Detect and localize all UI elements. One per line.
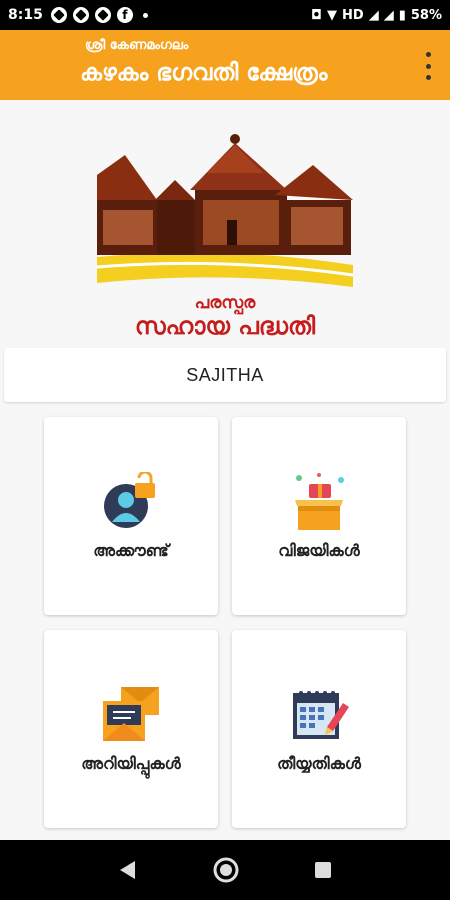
overflow-menu-button[interactable] <box>420 52 436 80</box>
battery-icon: ▮ <box>398 7 406 23</box>
battery-level: 58% <box>410 7 442 23</box>
calendar-icon <box>293 691 349 739</box>
notices-card[interactable]: അറിയിപ്പുകൾ <box>44 630 218 828</box>
app-title: കഴകം ഭഗവതി ക്ഷേത്രം <box>80 60 328 86</box>
app-bar: ശ്രീ കേണമംഗലം കഴകം ഭഗവതി ക്ഷേത്രം <box>0 30 450 100</box>
dates-card[interactable]: തീയ്യതികൾ <box>232 630 406 828</box>
notification-icons: f <box>50 7 148 23</box>
status-time: 8:15 <box>8 7 43 23</box>
account-card[interactable]: അക്കൗണ്ട് <box>44 417 218 615</box>
notification-icon <box>72 7 89 23</box>
recents-icon[interactable] <box>313 860 333 880</box>
logo-caption-bottom: സഹായ പദ്ധതി <box>134 312 316 340</box>
system-status: ◘ ▼ HD ◢ ◢ ▮ 58% <box>311 8 442 23</box>
status-bar: 8:15 f ◘ ▼ HD ◢ ◢ ▮ 58% <box>0 0 450 30</box>
menu-dot-icon <box>425 52 431 57</box>
notification-icon <box>50 7 67 23</box>
back-icon[interactable] <box>117 859 139 881</box>
menu-dot-icon <box>425 75 431 80</box>
signal-icon: ◢ <box>383 7 394 23</box>
notices-label: അറിയിപ്പുകൾ <box>81 754 181 773</box>
gift-box-icon <box>295 473 344 530</box>
home-icon[interactable] <box>213 857 239 883</box>
winners-card[interactable]: വിജയികൾ <box>232 417 406 615</box>
winners-label: വിജയികൾ <box>278 541 360 560</box>
vibrate-icon: ◘ <box>311 7 323 23</box>
user-name-banner: SAJITHA <box>4 348 446 402</box>
navigation-bar <box>0 840 450 900</box>
account-label: അക്കൗണ്ട് <box>93 541 169 560</box>
notification-icon <box>94 7 111 23</box>
wifi-icon: ▼ <box>327 7 338 23</box>
app-subtitle: ശ്രീ കേണമംഗലം <box>85 38 189 53</box>
more-notifications-dot <box>142 12 148 18</box>
envelope-icon <box>103 687 159 741</box>
logo-caption-top: പരസ്പര <box>194 293 256 313</box>
account-lock-icon <box>104 472 155 528</box>
network-type: HD <box>342 7 364 23</box>
facebook-icon: f <box>116 7 133 23</box>
dates-label: തീയ്യതികൾ <box>277 754 361 773</box>
menu-dot-icon <box>425 63 431 69</box>
signal-icon: ◢ <box>368 7 379 23</box>
